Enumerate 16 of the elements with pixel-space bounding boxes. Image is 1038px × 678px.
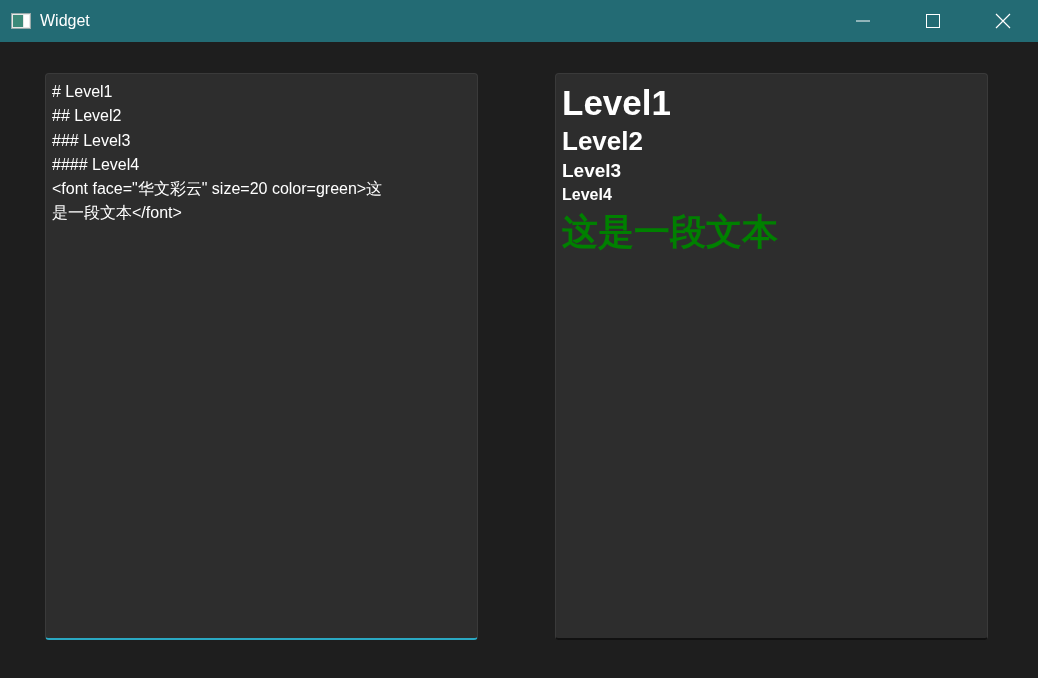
outlined-text: 这是一段文本	[562, 210, 778, 254]
code-line: ## Level2	[52, 106, 123, 127]
heading: Level4	[562, 185, 613, 205]
text-editor[interactable]: # Level1 ## Level2 ### Level3 #### Level4 <font face="华文彩云" size=20 color=green>这 是一段文本</font>	[45, 73, 478, 640]
maximize-icon	[926, 14, 940, 28]
heading: Level2	[562, 125, 644, 158]
code-line: 是一段文本</font>	[52, 203, 183, 224]
heading: Level3	[562, 159, 623, 183]
window-icon	[11, 13, 31, 29]
close-icon	[995, 13, 1011, 29]
window-title: Widget	[40, 12, 90, 30]
heading: Level1	[562, 82, 672, 124]
code-line: <font face="华文彩云" size=20 color=green>这	[52, 179, 384, 200]
code-line: ### Level3	[52, 130, 132, 151]
code-line: # Level1	[52, 82, 114, 102]
code-line: #### Level4	[52, 154, 141, 175]
